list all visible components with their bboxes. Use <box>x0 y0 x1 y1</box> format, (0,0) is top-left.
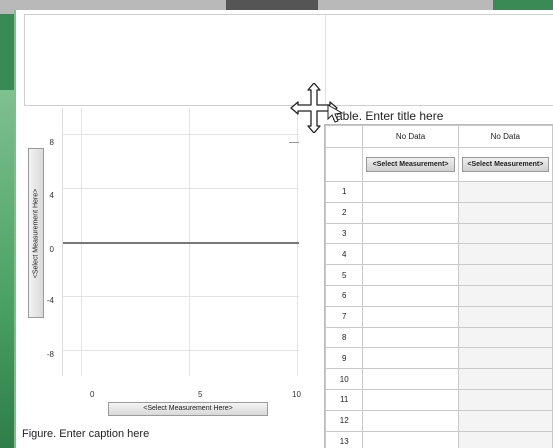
table-cell[interactable] <box>457 243 553 266</box>
row-number: 13 <box>324 430 364 448</box>
table-row: 1 <box>324 181 553 203</box>
row-number: 11 <box>324 388 364 411</box>
row-number: 9 <box>324 347 364 370</box>
y-tick-label: -8 <box>46 350 54 359</box>
zero-axis-line <box>63 242 299 244</box>
row-number: 8 <box>324 326 364 349</box>
move-cursor-icon <box>290 83 344 133</box>
table-row: 9 <box>324 347 553 370</box>
row-number: 1 <box>324 181 364 203</box>
table-cell[interactable] <box>457 305 553 328</box>
row-number: 2 <box>324 201 364 224</box>
y-axis-select-button[interactable]: <Select Measurement Here> <box>28 148 44 318</box>
table-cell[interactable] <box>362 430 459 448</box>
table-row: 13 <box>324 430 553 448</box>
table-title[interactable]: Table. Enter title here <box>330 109 443 123</box>
row-number: 12 <box>324 409 364 432</box>
x-tick-label: 0 <box>90 390 95 399</box>
x-tick-label: 5 <box>198 390 203 399</box>
table-row: 8 <box>324 326 553 349</box>
x-tick-label: 10 <box>292 390 301 399</box>
table-cell[interactable] <box>362 326 459 349</box>
gridline <box>63 188 299 189</box>
figure-caption[interactable]: Figure. Enter caption here <box>22 428 149 440</box>
column-header[interactable]: No Data <box>457 125 553 148</box>
table-row: 4 <box>324 243 553 266</box>
legend-dash <box>289 142 299 143</box>
select-measurement-button[interactable]: <Select Measurement> <box>366 157 455 172</box>
gridline <box>63 296 299 297</box>
graph-panel[interactable]: <Select Measurement Here> 8 4 0 -4 -8 0 … <box>22 100 312 420</box>
table-cell[interactable] <box>457 409 553 432</box>
x-axis-label: <Select Measurement Here> <box>143 405 233 412</box>
table-cell[interactable] <box>457 347 553 370</box>
gridline <box>63 350 299 351</box>
table-cell[interactable] <box>362 409 459 432</box>
plot-area[interactable] <box>62 108 299 376</box>
table-cell[interactable] <box>457 284 553 307</box>
y-tick-label: -4 <box>46 296 54 305</box>
y-tick-label: 8 <box>49 138 54 147</box>
table-cell[interactable] <box>362 347 459 370</box>
table-cell[interactable] <box>457 264 553 286</box>
table-cell[interactable] <box>362 284 459 307</box>
table-cell[interactable] <box>362 243 459 266</box>
table-row: 3 <box>324 222 553 245</box>
table-cell[interactable] <box>457 368 553 390</box>
y-axis-label: <Select Measurement Here> <box>32 188 40 278</box>
column-select-cell: <Select Measurement> <box>362 147 459 182</box>
y-tick-label: 0 <box>49 245 54 254</box>
table-cell[interactable] <box>362 264 459 286</box>
row-number: 5 <box>324 264 364 286</box>
table-cell[interactable] <box>457 326 553 349</box>
table-row: 7 <box>324 305 553 328</box>
table-row: 12 <box>324 409 553 432</box>
table-cell[interactable] <box>457 181 553 203</box>
table-cell[interactable] <box>362 181 459 203</box>
gridline <box>63 134 299 135</box>
column-header[interactable]: No Data <box>362 125 459 148</box>
table-cell[interactable] <box>457 430 553 448</box>
select-measurement-button[interactable]: <Select Measurement> <box>461 157 549 172</box>
row-number: 4 <box>324 243 364 266</box>
row-number: 3 <box>324 222 364 245</box>
table-cell[interactable] <box>362 388 459 411</box>
table-cell[interactable] <box>362 368 459 390</box>
table-cell[interactable] <box>362 305 459 328</box>
table-row: 5 <box>324 264 553 286</box>
row-number: 7 <box>324 305 364 328</box>
table-row: 2 <box>324 201 553 224</box>
row-number: 10 <box>324 368 364 390</box>
title-area[interactable] <box>24 14 553 107</box>
table-row: 10 <box>324 368 553 390</box>
table-cell[interactable] <box>457 201 553 224</box>
table-row: 11 <box>324 388 553 411</box>
row-number: 6 <box>324 284 364 307</box>
data-table[interactable]: No Data No Data <Select Measurement> <Se… <box>324 124 553 448</box>
x-axis-select-button[interactable]: <Select Measurement Here> <box>108 402 268 416</box>
table-cell[interactable] <box>362 222 459 245</box>
table-cell[interactable] <box>457 222 553 245</box>
y-tick-label: 4 <box>49 191 54 200</box>
column-select-cell: <Select Measurement> <box>457 147 553 182</box>
table-cell[interactable] <box>457 388 553 411</box>
table-corner <box>324 147 364 182</box>
table-row: 6 <box>324 284 553 307</box>
table-cell[interactable] <box>362 201 459 224</box>
